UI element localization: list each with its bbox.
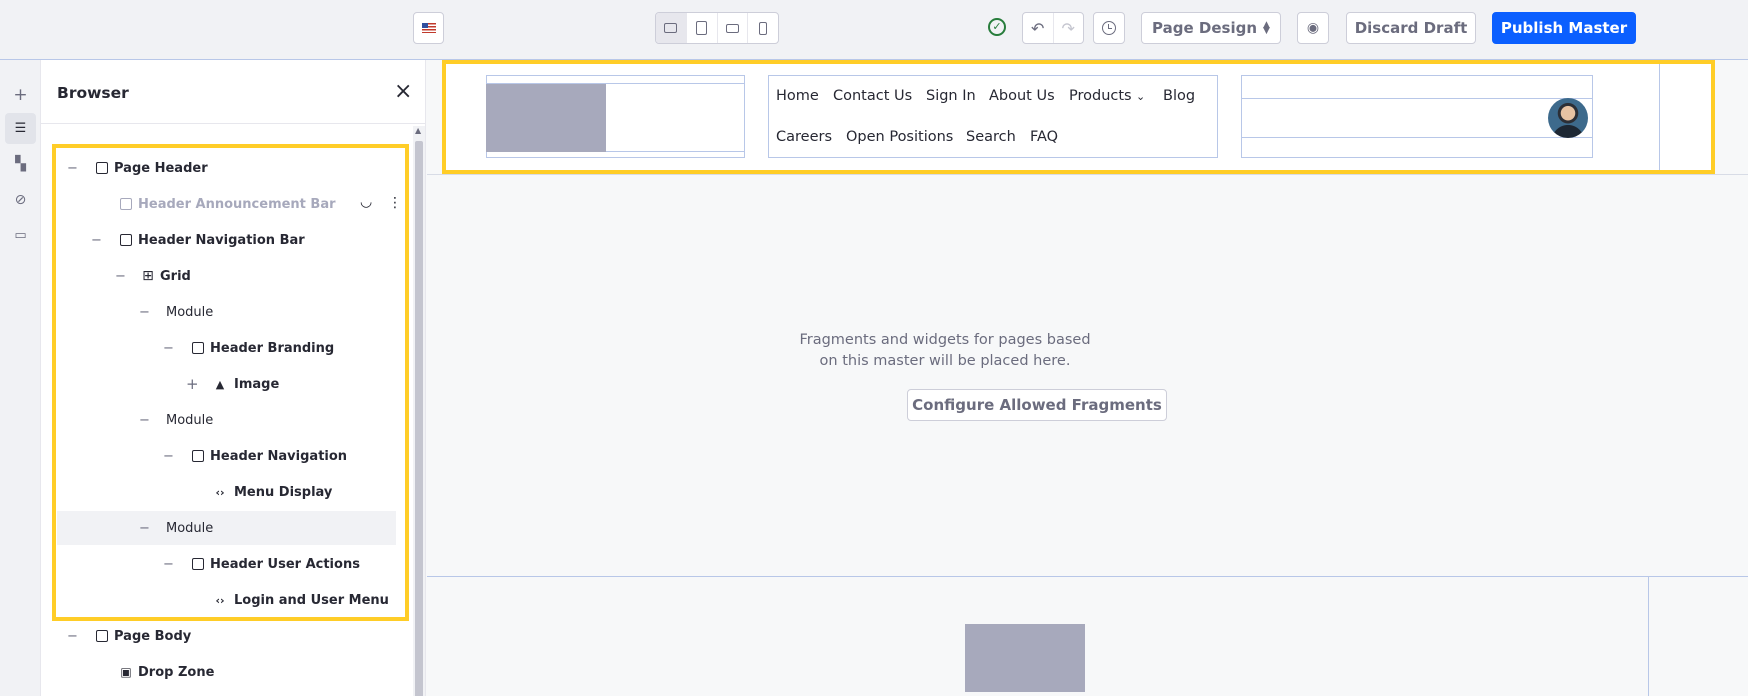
header-divider: [427, 174, 1748, 175]
landscape-phone-view-button[interactable]: [718, 13, 749, 43]
empty-message-line-1: Fragments and widgets for pages based: [799, 332, 1091, 348]
page-design-label: Page Design: [1152, 19, 1258, 37]
panel-title: Browser: [57, 84, 129, 102]
undo-icon: ↶: [1031, 18, 1045, 38]
sidebar-rail: + ☰ ▚ ⊘ ▭: [0, 60, 41, 696]
plus-icon: +: [13, 84, 28, 105]
redo-button[interactable]: ↷: [1054, 13, 1084, 43]
tree-item-label: Page Body: [114, 628, 192, 644]
eye-icon: ◉: [1306, 20, 1320, 36]
drop-zone-icon: ▣: [120, 665, 132, 679]
panel-divider: [41, 123, 426, 124]
undo-button[interactable]: ↶: [1023, 13, 1054, 43]
page-design-dropdown[interactable]: Page Design ▲ ▼: [1141, 12, 1281, 44]
comments-button[interactable]: ▭: [5, 220, 36, 251]
empty-message-line-2: on this master will be placed here.: [819, 353, 1071, 369]
footer-guide-line: [427, 576, 1748, 577]
empty-drop-zone-message: Fragments and widgets for pages based on…: [795, 330, 1095, 372]
discard-draft-button[interactable]: Discard Draft: [1346, 12, 1476, 44]
collapse-icon[interactable]: −: [67, 629, 78, 644]
landscape-phone-icon: [725, 23, 739, 33]
saved-check-icon: ✓: [988, 18, 1006, 36]
redo-icon: ↷: [1061, 18, 1075, 38]
container-icon: [96, 630, 108, 642]
scrollbar-thumb[interactable]: [415, 141, 423, 696]
clock-icon: [1102, 21, 1116, 35]
add-fragments-button[interactable]: +: [5, 79, 36, 110]
language-selector-button[interactable]: [413, 12, 444, 44]
close-icon[interactable]: ×: [394, 79, 412, 104]
paperclip-icon: ⊘: [14, 191, 27, 208]
desktop-view-button[interactable]: [656, 13, 687, 43]
tablet-icon: [696, 21, 708, 35]
configure-allowed-fragments-button[interactable]: Configure Allowed Fragments: [907, 389, 1167, 421]
scroll-up-icon[interactable]: ▲: [415, 126, 421, 135]
footer-image-placeholder[interactable]: [965, 624, 1085, 692]
tree-item-label: Drop Zone: [138, 664, 215, 680]
publish-master-button[interactable]: Publish Master: [1492, 12, 1636, 44]
top-toolbar: ✓ ↶ ↷ Page Design ▲ ▼ ◉ Discard Draft Pub…: [0, 0, 1748, 60]
us-flag-icon: [421, 23, 436, 33]
device-preview-group: [655, 12, 779, 44]
comment-icon: ▭: [14, 228, 27, 243]
sort-arrows-icon: ▲ ▼: [1263, 20, 1270, 36]
mapping-button[interactable]: ⊘: [5, 184, 36, 215]
history-button[interactable]: [1093, 12, 1125, 44]
tree-item-page-body[interactable]: − Page Body: [57, 619, 396, 653]
tree-item-drop-zone[interactable]: ▣ Drop Zone: [57, 655, 396, 689]
paint-roller-icon: ▚: [15, 155, 26, 172]
browser-panel: Browser × ▲ − Page Header Header Announc…: [41, 60, 426, 696]
tablet-view-button[interactable]: [687, 13, 718, 43]
selected-item-highlight: [52, 144, 409, 621]
header-selection-highlight: [442, 60, 1715, 174]
portrait-phone-icon: [759, 21, 768, 35]
page-canvas: Home Contact Us Sign In About Us Product…: [427, 60, 1748, 696]
page-design-options-button[interactable]: ▚: [5, 148, 36, 179]
scrollbar[interactable]: ▲: [413, 126, 425, 696]
preview-button[interactable]: ◉: [1297, 12, 1329, 44]
browser-list-icon: ☰: [14, 121, 27, 136]
portrait-phone-view-button[interactable]: [748, 13, 778, 43]
browser-button[interactable]: ☰: [5, 113, 36, 144]
footer-column-guide: [1648, 576, 1649, 696]
undo-redo-group: ↶ ↷: [1022, 12, 1084, 44]
desktop-icon: [664, 23, 678, 33]
